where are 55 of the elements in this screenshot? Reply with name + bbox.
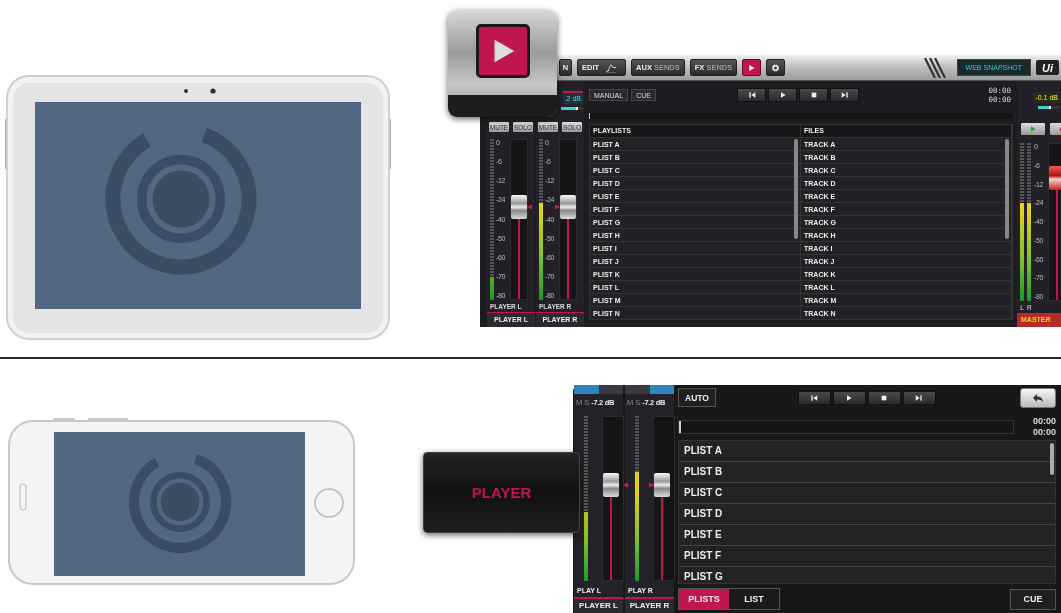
list-item[interactable]: PLIST E [679,525,1055,547]
play-button[interactable] [768,88,797,102]
play-button[interactable] [475,24,530,78]
skip-forward-icon [840,91,849,99]
slider-track[interactable] [561,106,583,110]
logo: Ui [1036,60,1059,75]
fader-thumb[interactable] [1049,166,1061,191]
fader-thumb[interactable] [654,473,670,498]
play-icon [845,394,854,402]
scrollbar[interactable] [1050,443,1054,476]
next-button[interactable] [830,88,859,102]
fader-thumb[interactable] [603,473,619,498]
list-item[interactable]: PLIST D [679,504,1055,526]
previous-button[interactable] [737,88,766,102]
list-item[interactable]: PLIST F [679,546,1055,568]
back-button[interactable] [1020,388,1056,408]
time-readout: 00:00 [1032,426,1056,438]
scrollbar[interactable] [1005,139,1009,239]
mode-button[interactable]: AUTO [678,388,716,407]
list-item[interactable]: PLIST C [679,483,1055,505]
pan-indicator [574,385,623,394]
fader-thumb[interactable] [560,194,576,219]
fader-thumb[interactable] [511,194,527,219]
channel-name: PLAYER L [574,597,623,613]
list-item[interactable]: PLIST A [679,441,1055,463]
play-button[interactable] [832,391,866,405]
time-readout: 00:00 [1032,415,1056,427]
list-item[interactable]: PLIST B [679,462,1055,484]
back-arrow-icon [1032,392,1044,404]
play-button[interactable] [1020,122,1046,136]
play-icon [747,62,757,73]
play-button[interactable] [742,59,762,76]
channel-name: PLAYER R [625,597,674,613]
stop-button[interactable] [799,88,828,102]
play-icon [1029,125,1037,133]
settings-button[interactable] [766,59,786,76]
stop-icon [880,394,889,402]
slider-track[interactable] [1038,105,1060,109]
previous-button[interactable] [797,391,831,405]
label-tooltip: PLAYER [423,452,580,533]
stop-button[interactable] [867,391,901,405]
stripes-icon [923,57,946,78]
stop-icon [809,91,818,99]
skip-back-icon [747,91,756,99]
pan-indicator [625,385,674,394]
list-item[interactable]: PLIST G [679,567,1055,583]
scrollbar[interactable] [794,139,798,239]
tab[interactable]: PLISTS [679,589,729,609]
settings-icon [771,62,781,73]
progress-cursor[interactable] [679,420,681,433]
next-button[interactable] [902,391,936,405]
cue-button[interactable]: CUE [1010,588,1056,610]
skip-back-icon [810,394,819,402]
skip-forward-icon [915,394,924,402]
play-icon [778,91,787,99]
